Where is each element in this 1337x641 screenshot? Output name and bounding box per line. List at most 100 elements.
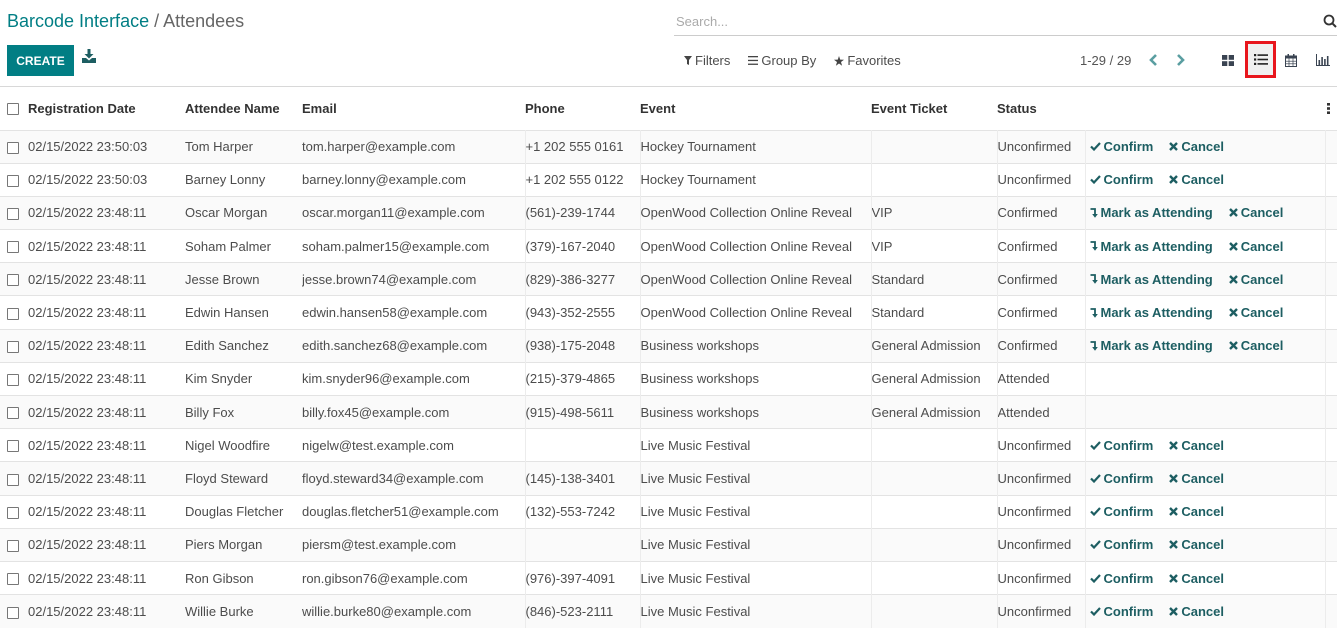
status-cell: Unconfirmed [997, 461, 1086, 496]
pager-next-button[interactable] [1173, 52, 1187, 68]
view-kanban-button[interactable] [1213, 43, 1243, 77]
table-row[interactable]: 02/15/2022 23:48:11 Kim Snyder kim.snyde… [0, 361, 1337, 396]
table-row[interactable]: 02/15/2022 23:48:11 Floyd Steward floyd.… [0, 461, 1337, 496]
column-header-phone[interactable]: Phone [525, 87, 640, 130]
cancel-button[interactable]: Cancel [1169, 172, 1224, 187]
view-graph-button[interactable] [1308, 43, 1337, 77]
column-header-attendee-name[interactable]: Attendee Name [185, 87, 302, 130]
cancel-button[interactable]: Cancel [1169, 438, 1224, 453]
level-down-icon [1090, 208, 1098, 218]
registration-date-cell: 02/15/2022 23:48:11 [28, 195, 185, 230]
favorites-toggle[interactable]: Favorites [834, 53, 901, 68]
table-row[interactable]: 02/15/2022 23:48:11 Piers Morgan piersm@… [0, 527, 1337, 562]
row-checkbox[interactable] [7, 208, 19, 221]
row-checkbox[interactable] [7, 606, 19, 619]
cancel-button[interactable]: Cancel [1169, 504, 1224, 519]
breadcrumb-parent-link[interactable]: Barcode Interface [7, 11, 149, 31]
search-icon[interactable] [1323, 14, 1337, 28]
row-checkbox[interactable] [7, 440, 19, 453]
table-row[interactable]: 02/15/2022 23:48:11 Billy Fox billy.fox4… [0, 394, 1337, 429]
cancel-button[interactable]: Cancel [1169, 139, 1224, 154]
confirm-button[interactable]: Confirm [1089, 537, 1153, 552]
filters-toggle[interactable]: Filters [684, 53, 730, 68]
table-row[interactable]: 02/15/2022 23:48:11 Ron Gibson ron.gibso… [0, 560, 1337, 595]
level-down-icon [1090, 241, 1098, 251]
column-header-event-ticket[interactable]: Event Ticket [871, 87, 997, 130]
row-checkbox[interactable] [7, 241, 19, 254]
pager-previous-button[interactable] [1147, 52, 1161, 68]
action-label: Cancel [1240, 271, 1284, 287]
row-checkbox[interactable] [7, 573, 19, 586]
row-checkbox[interactable] [7, 340, 19, 353]
row-checkbox[interactable] [7, 539, 19, 552]
confirm-button[interactable]: Confirm [1089, 172, 1153, 187]
table-row[interactable]: 02/15/2022 23:48:11 Edwin Hansen edwin.h… [0, 295, 1337, 330]
row-checkbox[interactable] [7, 307, 19, 320]
action-label: Cancel [1181, 504, 1224, 520]
attendee-name-cell: Ron Gibson [185, 560, 302, 595]
confirm-button[interactable]: Confirm [1089, 471, 1153, 486]
event-cell: OpenWood Collection Online Reveal [640, 262, 872, 296]
mark-as-attending-button[interactable]: Mark as Attending [1090, 305, 1213, 320]
mark-as-attending-button[interactable]: Mark as Attending [1090, 338, 1213, 353]
table-row[interactable]: 02/15/2022 23:48:11 Nigel Woodfire nigel… [0, 428, 1337, 462]
cancel-button[interactable]: Cancel [1228, 271, 1284, 287]
cancel-button[interactable]: Cancel [1169, 471, 1224, 486]
cancel-button[interactable]: Cancel [1228, 338, 1283, 353]
confirm-button[interactable]: Confirm [1089, 571, 1153, 586]
create-button[interactable]: CREATE [7, 45, 74, 76]
row-checkbox[interactable] [7, 141, 19, 154]
column-header-email[interactable]: Email [302, 87, 525, 130]
optional-columns-toggle[interactable] [1325, 87, 1337, 130]
cancel-button[interactable]: Cancel [1228, 239, 1283, 254]
email-cell: oscar.morgan11@example.com [302, 195, 526, 230]
mark-as-attending-button[interactable]: Mark as Attending [1090, 239, 1213, 254]
confirm-button[interactable]: Confirm [1089, 139, 1153, 154]
close-icon [1169, 540, 1179, 550]
mark-as-attending-button[interactable]: Mark as Attending [1090, 205, 1213, 220]
row-end-cell [1325, 162, 1337, 197]
table-row[interactable]: 02/15/2022 23:48:11 Oscar Morgan oscar.m… [0, 195, 1337, 230]
event-cell: Live Music Festival [640, 527, 872, 562]
group-by-toggle[interactable]: Group By [748, 53, 816, 68]
cancel-button[interactable]: Cancel [1169, 604, 1224, 619]
search-input[interactable] [674, 8, 1314, 34]
row-checkbox[interactable] [7, 174, 19, 187]
view-list-button[interactable] [1245, 41, 1276, 78]
cancel-button[interactable]: Cancel [1228, 205, 1283, 220]
event-cell: OpenWood Collection Online Reveal [640, 295, 872, 330]
row-checkbox[interactable] [7, 407, 19, 420]
pager-value[interactable]: 1-29 / 29 [1080, 53, 1131, 68]
close-icon [1169, 440, 1179, 450]
phone-cell: (215)-379-4865 [525, 361, 641, 396]
table-row[interactable]: 02/15/2022 23:48:11 Soham Palmer soham.p… [0, 229, 1337, 263]
mark-as-attending-button[interactable]: Mark as Attending [1090, 272, 1213, 287]
table-row[interactable]: 02/15/2022 23:48:11 Edith Sanchez edith.… [0, 328, 1337, 363]
download-button[interactable] [82, 49, 100, 71]
view-calendar-button[interactable] [1276, 43, 1306, 77]
confirm-button[interactable]: Confirm [1089, 604, 1153, 619]
row-checkbox[interactable] [7, 473, 19, 486]
confirm-button[interactable]: Confirm [1089, 504, 1153, 519]
column-header-registration-date[interactable]: Registration Date [28, 87, 185, 130]
cancel-button[interactable]: Cancel [1228, 305, 1283, 320]
table-row[interactable]: 02/15/2022 23:48:11 Willie Burke willie.… [0, 594, 1337, 628]
select-all-checkbox[interactable] [7, 103, 19, 116]
row-select-cell [0, 461, 28, 496]
confirm-button[interactable]: Confirm [1089, 438, 1153, 453]
table-row[interactable]: 02/15/2022 23:48:11 Douglas Fletcher dou… [0, 494, 1337, 529]
close-icon [1169, 607, 1179, 616]
table-row[interactable]: 02/15/2022 23:48:11 Jesse Brown jesse.br… [0, 262, 1337, 296]
status-cell: Attended [997, 361, 1086, 396]
column-header-status[interactable]: Status [997, 87, 1085, 130]
row-checkbox[interactable] [7, 506, 19, 519]
row-checkbox[interactable] [7, 274, 19, 287]
cancel-button[interactable]: Cancel [1169, 571, 1224, 586]
row-checkbox[interactable] [7, 373, 19, 386]
table-row[interactable]: 02/15/2022 23:50:03 Barney Lonny barney.… [0, 162, 1337, 197]
table-row[interactable]: 02/15/2022 23:50:03 Tom Harper tom.harpe… [0, 129, 1337, 164]
column-header-event[interactable]: Event [640, 87, 871, 130]
cancel-button[interactable]: Cancel [1169, 537, 1224, 552]
actions-cell: Confirm Cancel [1085, 461, 1326, 496]
registration-date-cell: 02/15/2022 23:48:11 [28, 494, 185, 529]
